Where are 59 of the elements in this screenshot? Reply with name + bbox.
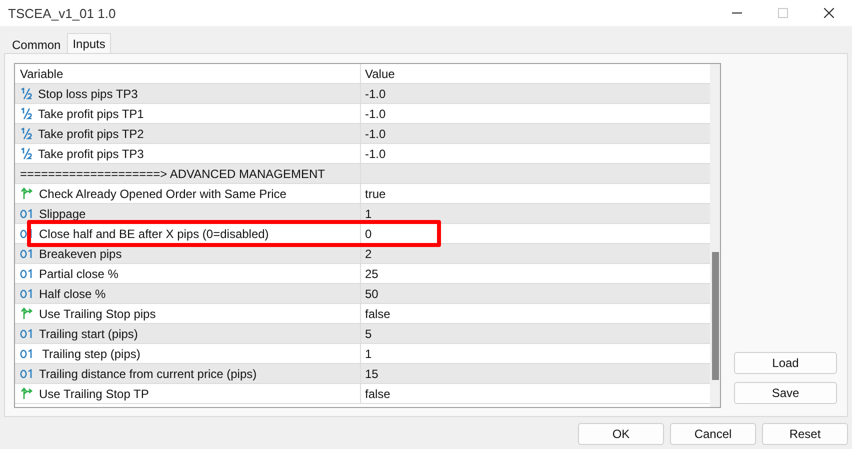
variable-name: Slippage — [39, 206, 86, 220]
integer-icon — [20, 208, 34, 218]
integer-icon — [20, 368, 34, 378]
fraction-icon — [20, 127, 33, 140]
variable-name: Take profit pips TP2 — [38, 126, 144, 140]
fraction-icon — [20, 107, 33, 120]
value-text: false — [365, 386, 390, 400]
fraction-icon — [20, 87, 33, 100]
branch-arrow-icon — [20, 187, 34, 200]
value-text: -1.0 — [365, 86, 386, 100]
dialog-button[interactable]: OK — [578, 423, 664, 445]
value-text: -1.0 — [365, 146, 386, 160]
variable-name: Partial close % — [39, 266, 118, 280]
value-text: -1.0 — [365, 106, 386, 120]
integer-icon — [20, 288, 34, 298]
side-button[interactable]: Load — [734, 352, 837, 374]
value-text: false — [365, 306, 390, 320]
value-text: 5 — [365, 326, 372, 340]
value-text: 1 — [365, 206, 372, 220]
integer-icon — [20, 268, 34, 278]
value-text: -1.0 — [365, 126, 386, 140]
variable-name: Stop loss pips TP3 — [38, 86, 138, 100]
variable-name: Take profit pips TP3 — [38, 146, 144, 160]
variable-name: Use Trailing Stop pips — [39, 306, 156, 320]
variable-name: Trailing start (pips) — [39, 326, 138, 340]
value-text: true — [365, 186, 386, 200]
variable-name: Breakeven pips — [39, 246, 122, 260]
column-header: Variable — [20, 66, 64, 80]
tab[interactable]: Inputs — [66, 33, 112, 53]
variable-name: Take profit pips TP1 — [38, 106, 144, 120]
close-icon — [824, 8, 834, 18]
section-label: ====================> ADVANCED MANAGEMENT — [20, 166, 325, 180]
dialog-button[interactable]: Reset — [762, 423, 848, 445]
dialog-button[interactable]: Cancel — [670, 423, 756, 445]
integer-icon — [20, 328, 34, 338]
branch-arrow-icon — [20, 387, 34, 400]
integer-icon — [20, 348, 34, 358]
variable-name: Use Trailing Stop TP — [39, 386, 149, 400]
integer-icon — [20, 248, 34, 258]
variable-name: Close half and BE after X pips (0=disabled) — [39, 226, 269, 240]
side-button[interactable]: Save — [734, 382, 837, 404]
window-title: TSCEA_v1_01 1.0 — [8, 6, 116, 20]
scrollbar-thumb[interactable] — [712, 252, 719, 380]
maximize-icon — [778, 8, 788, 18]
value-text: 1 — [365, 346, 372, 360]
variable-name: Trailing distance from current price (pips) — [39, 366, 257, 380]
fraction-icon — [20, 147, 33, 160]
scrollbar[interactable] — [710, 64, 720, 407]
branch-arrow-icon — [20, 307, 34, 320]
value-text: 15 — [365, 366, 378, 380]
value-text: 0 — [365, 226, 372, 240]
variable-name: Half close % — [39, 286, 106, 300]
value-text: 25 — [365, 266, 378, 280]
integer-icon — [20, 228, 34, 238]
value-text: 50 — [365, 286, 378, 300]
variable-name: Check Already Opened Order with Same Price — [39, 186, 286, 200]
variable-name: Trailing step (pips) — [41, 346, 140, 360]
column-header: Value — [365, 66, 395, 80]
value-text: 2 — [365, 246, 372, 260]
